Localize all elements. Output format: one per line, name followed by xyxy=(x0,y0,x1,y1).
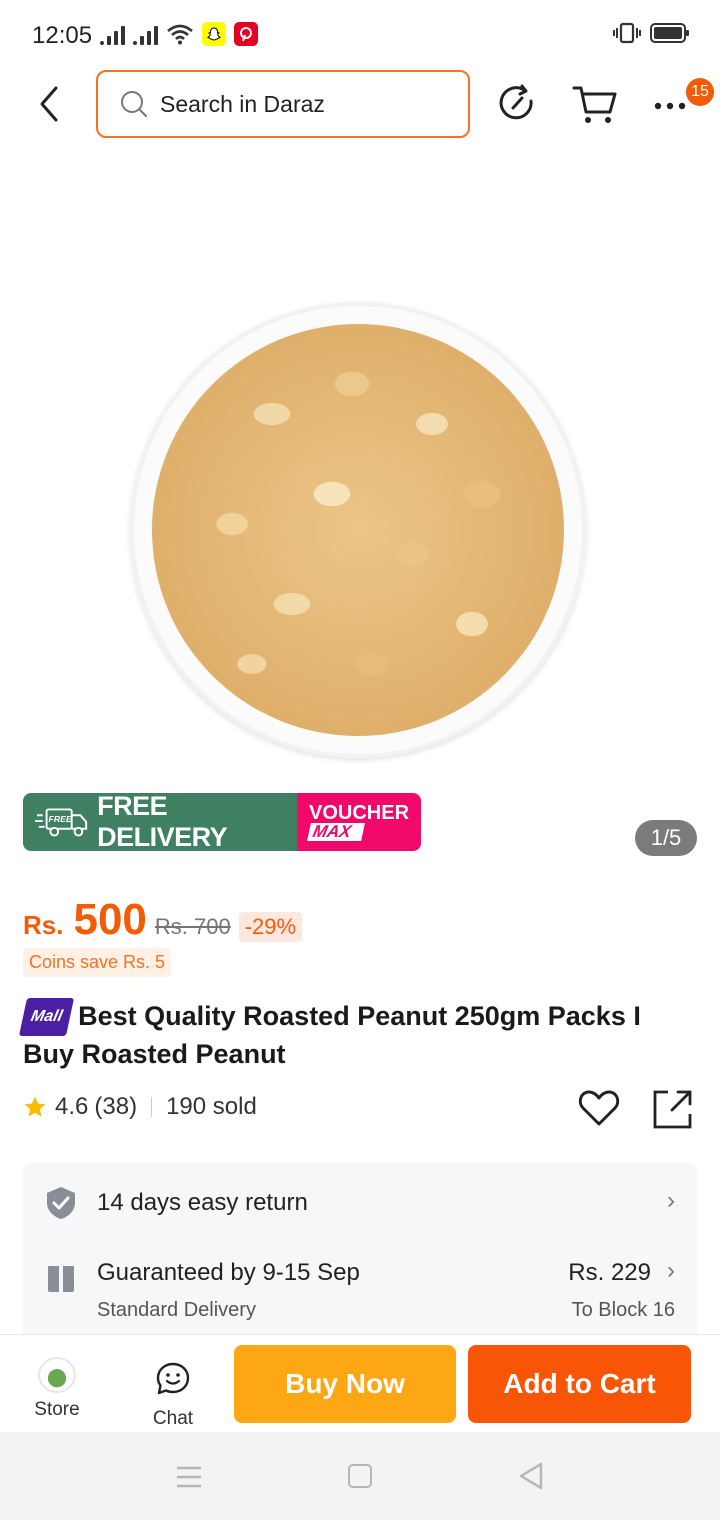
store-label: Store xyxy=(34,1399,80,1420)
delivery-location: To Block 16 xyxy=(571,1299,675,1321)
battery-icon xyxy=(650,23,689,43)
promo-banner: FREE FREE DELIVERY VOUCHER MAX xyxy=(23,793,421,851)
recent-apps-icon[interactable] xyxy=(176,1466,202,1488)
sold-count: 190 sold xyxy=(166,1093,257,1120)
status-icons-right xyxy=(612,22,690,44)
price-original: Rs. 700 xyxy=(154,914,231,939)
vibrate-icon xyxy=(613,22,641,44)
signal-icon-2 xyxy=(133,23,158,45)
product-title: Best Quality Roasted Peanut 250gm Packs … xyxy=(23,1001,641,1069)
delivery-title: Guaranteed by 9-15 Sep xyxy=(97,1259,360,1286)
status-bar: 12:05 xyxy=(0,0,720,70)
coins-save-badge: Coins save Rs. 5 xyxy=(23,948,172,977)
rating-row[interactable]: 4.6 (38) 190 sold xyxy=(23,1093,257,1121)
search-input[interactable]: Search in Daraz xyxy=(96,70,470,138)
discount-badge: -29% xyxy=(238,912,303,942)
image-counter: 1/5 xyxy=(635,820,697,856)
nav-back-icon[interactable] xyxy=(518,1462,544,1490)
peanuts-illustration xyxy=(152,324,564,736)
price-row: Rs. 500 Rs. 700 -29% xyxy=(23,895,303,945)
product-image-gallery[interactable]: 1/5 xyxy=(0,150,720,856)
add-to-cart-button[interactable]: Add to Cart xyxy=(468,1345,691,1423)
store-logo-icon xyxy=(38,1357,76,1393)
system-nav-bar xyxy=(0,1432,720,1520)
share-button[interactable] xyxy=(652,1088,694,1130)
product-image xyxy=(130,302,586,758)
heart-icon xyxy=(578,1090,620,1126)
store-button[interactable]: Store xyxy=(22,1351,92,1421)
chat-label: Chat xyxy=(152,1408,194,1429)
status-time: 12:05 xyxy=(32,22,93,49)
chat-button[interactable]: Chat xyxy=(138,1351,208,1429)
price-current: 500 xyxy=(73,895,147,944)
delivery-type: Standard Delivery xyxy=(97,1299,256,1321)
refresh-button[interactable] xyxy=(498,84,538,124)
rating-divider xyxy=(151,1097,153,1117)
voucher-text: VOUCHER xyxy=(309,802,410,824)
services-card: 14 days easy return › Guaranteed by 9-15… xyxy=(23,1163,697,1335)
search-placeholder: Search in Daraz xyxy=(160,90,325,117)
rating-score: 4.6 xyxy=(55,1093,89,1120)
free-tag: FREE xyxy=(49,814,73,824)
share-icon xyxy=(653,1090,692,1129)
chat-icon xyxy=(156,1362,190,1395)
free-delivery-badge: FREE FREE DELIVERY xyxy=(23,793,297,851)
back-button[interactable] xyxy=(30,84,70,124)
notification-badge: 15 xyxy=(686,78,714,106)
price-currency: Rs. xyxy=(23,910,64,940)
delivery-row[interactable]: Guaranteed by 9-15 Sep Standard Delivery… xyxy=(45,1257,675,1327)
voucher-max-badge: VOUCHER MAX xyxy=(297,793,421,851)
refresh-icon xyxy=(499,84,533,120)
more-dots-icon xyxy=(654,102,686,110)
wifi-icon xyxy=(167,24,193,45)
search-icon xyxy=(121,91,147,117)
rating-count: (38) xyxy=(94,1093,138,1120)
shield-check-icon xyxy=(47,1187,75,1219)
bottom-action-bar: Store Chat Buy Now Add to Cart xyxy=(0,1334,720,1432)
back-arrow-icon xyxy=(40,86,58,122)
free-delivery-text: FREE DELIVERY xyxy=(97,793,228,851)
cart-icon xyxy=(572,86,617,123)
status-icons-left xyxy=(100,22,258,46)
delivery-truck-icon: FREE xyxy=(35,808,88,837)
return-policy-text: 14 days easy return xyxy=(97,1189,308,1216)
home-icon[interactable] xyxy=(348,1464,372,1488)
return-policy-row[interactable]: 14 days easy return › xyxy=(45,1183,675,1223)
star-icon xyxy=(24,1096,46,1117)
product-title-block: Mall Best Quality Roasted Peanut 250gm Pa… xyxy=(18,998,698,1072)
chevron-right-icon: › xyxy=(667,1187,675,1214)
cart-button[interactable] xyxy=(572,82,618,126)
delivery-fee: Rs. 229 xyxy=(568,1259,651,1286)
chevron-right-icon: › xyxy=(667,1257,675,1284)
buy-now-button[interactable]: Buy Now xyxy=(234,1345,456,1423)
signal-icon xyxy=(100,23,125,45)
snapchat-icon xyxy=(202,22,226,46)
more-button[interactable] xyxy=(650,90,690,120)
pinterest-icon xyxy=(234,22,258,46)
voucher-max-text: MAX xyxy=(307,822,365,841)
wishlist-button[interactable] xyxy=(578,1088,620,1128)
mall-badge: Mall xyxy=(18,998,75,1036)
package-icon xyxy=(48,1266,74,1292)
top-bar: Search in Daraz 15 xyxy=(0,70,720,140)
